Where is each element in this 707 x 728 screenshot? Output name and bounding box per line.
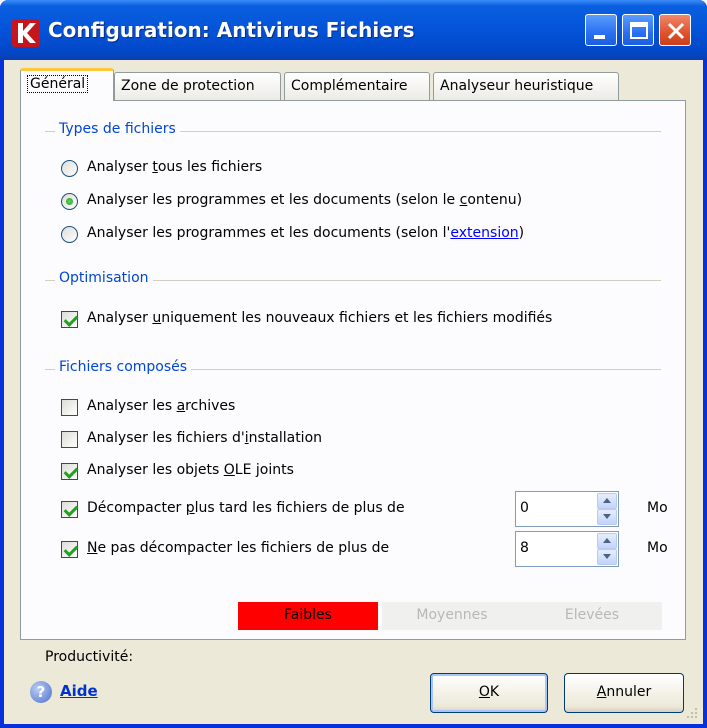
arrow-up-icon — [603, 498, 611, 503]
resize-grip-icon[interactable] — [685, 706, 699, 720]
group-title-types: Types de fichiers — [55, 121, 180, 137]
minimize-button[interactable] — [585, 14, 617, 46]
tab-general[interactable]: Général — [20, 68, 114, 101]
ok-button[interactable]: OK — [430, 673, 548, 713]
checkbox-unchecked[interactable] — [61, 431, 78, 448]
checkbox-checked[interactable] — [61, 541, 78, 558]
radio-button[interactable] — [61, 160, 78, 177]
checkbox-checked[interactable] — [61, 311, 78, 328]
tab-analyseur-heuristique[interactable]: Analyseur heuristique — [433, 72, 619, 100]
minimize-icon — [594, 35, 605, 39]
productivity-level-medium[interactable]: Moyennes — [382, 602, 522, 630]
checkbox-checked[interactable] — [61, 501, 78, 518]
tab-zone-protection-label: Zone de protection — [121, 78, 255, 94]
help-question-icon: ? — [30, 681, 52, 703]
arrow-down-icon — [603, 554, 611, 559]
cancel-button[interactable]: Annuler — [564, 673, 684, 713]
unit-label: Mo — [647, 500, 668, 516]
productivity-label: Productivité: — [45, 649, 134, 665]
extension-link[interactable]: extension — [450, 225, 518, 241]
spinner-down-button[interactable] — [597, 509, 617, 525]
radio-button-selected[interactable] — [61, 193, 78, 210]
spinner-up-button[interactable] — [597, 533, 617, 549]
window-title: Configuration: Antivirus Fichiers — [48, 18, 415, 42]
spinner-up-button[interactable] — [597, 493, 617, 509]
maximize-button[interactable] — [622, 14, 654, 46]
tab-complementaire[interactable]: Complémentaire — [284, 72, 430, 100]
do-not-unpack-size-value[interactable]: 8 — [520, 540, 529, 556]
help-link-text[interactable]: Aide — [60, 682, 98, 700]
tab-complementaire-label: Complémentaire — [291, 78, 408, 94]
kaspersky-k-icon — [12, 19, 40, 47]
spinner-down-button[interactable] — [597, 549, 617, 565]
arrow-down-icon — [603, 514, 611, 519]
tab-zone-protection[interactable]: Zone de protection — [114, 72, 281, 100]
tab-analyseur-heuristique-label: Analyseur heuristique — [440, 78, 594, 94]
unpack-later-size-spinner[interactable]: 0 — [515, 491, 619, 527]
group-title-compound: Fichiers composés — [55, 359, 192, 375]
maximize-icon — [630, 22, 648, 39]
do-not-unpack-size-spinner[interactable]: 8 — [515, 531, 619, 567]
close-button[interactable] — [659, 14, 691, 46]
tab-panel-general: Types de fichiers Analyser tous les fich… — [20, 100, 686, 665]
productivity-level-low[interactable]: Faibles — [238, 602, 378, 630]
unpack-later-size-value[interactable]: 0 — [520, 500, 529, 516]
tab-general-label: Général — [27, 75, 89, 93]
dialog-client-area: Général Zone de protection Complémentair… — [4, 60, 703, 724]
radio-button[interactable] — [61, 226, 78, 243]
unit-label: Mo — [647, 540, 668, 556]
checkbox-unchecked[interactable] — [61, 399, 78, 416]
arrow-up-icon — [603, 538, 611, 543]
productivity-level-high[interactable]: Elevées — [522, 602, 662, 630]
title-bar[interactable]: Configuration: Antivirus Fichiers — [0, 0, 707, 60]
group-title-optimisation: Optimisation — [55, 270, 153, 286]
close-icon — [667, 22, 685, 40]
checkbox-checked[interactable] — [61, 463, 78, 480]
dialog-window: Configuration: Antivirus Fichiers Généra… — [0, 0, 707, 728]
